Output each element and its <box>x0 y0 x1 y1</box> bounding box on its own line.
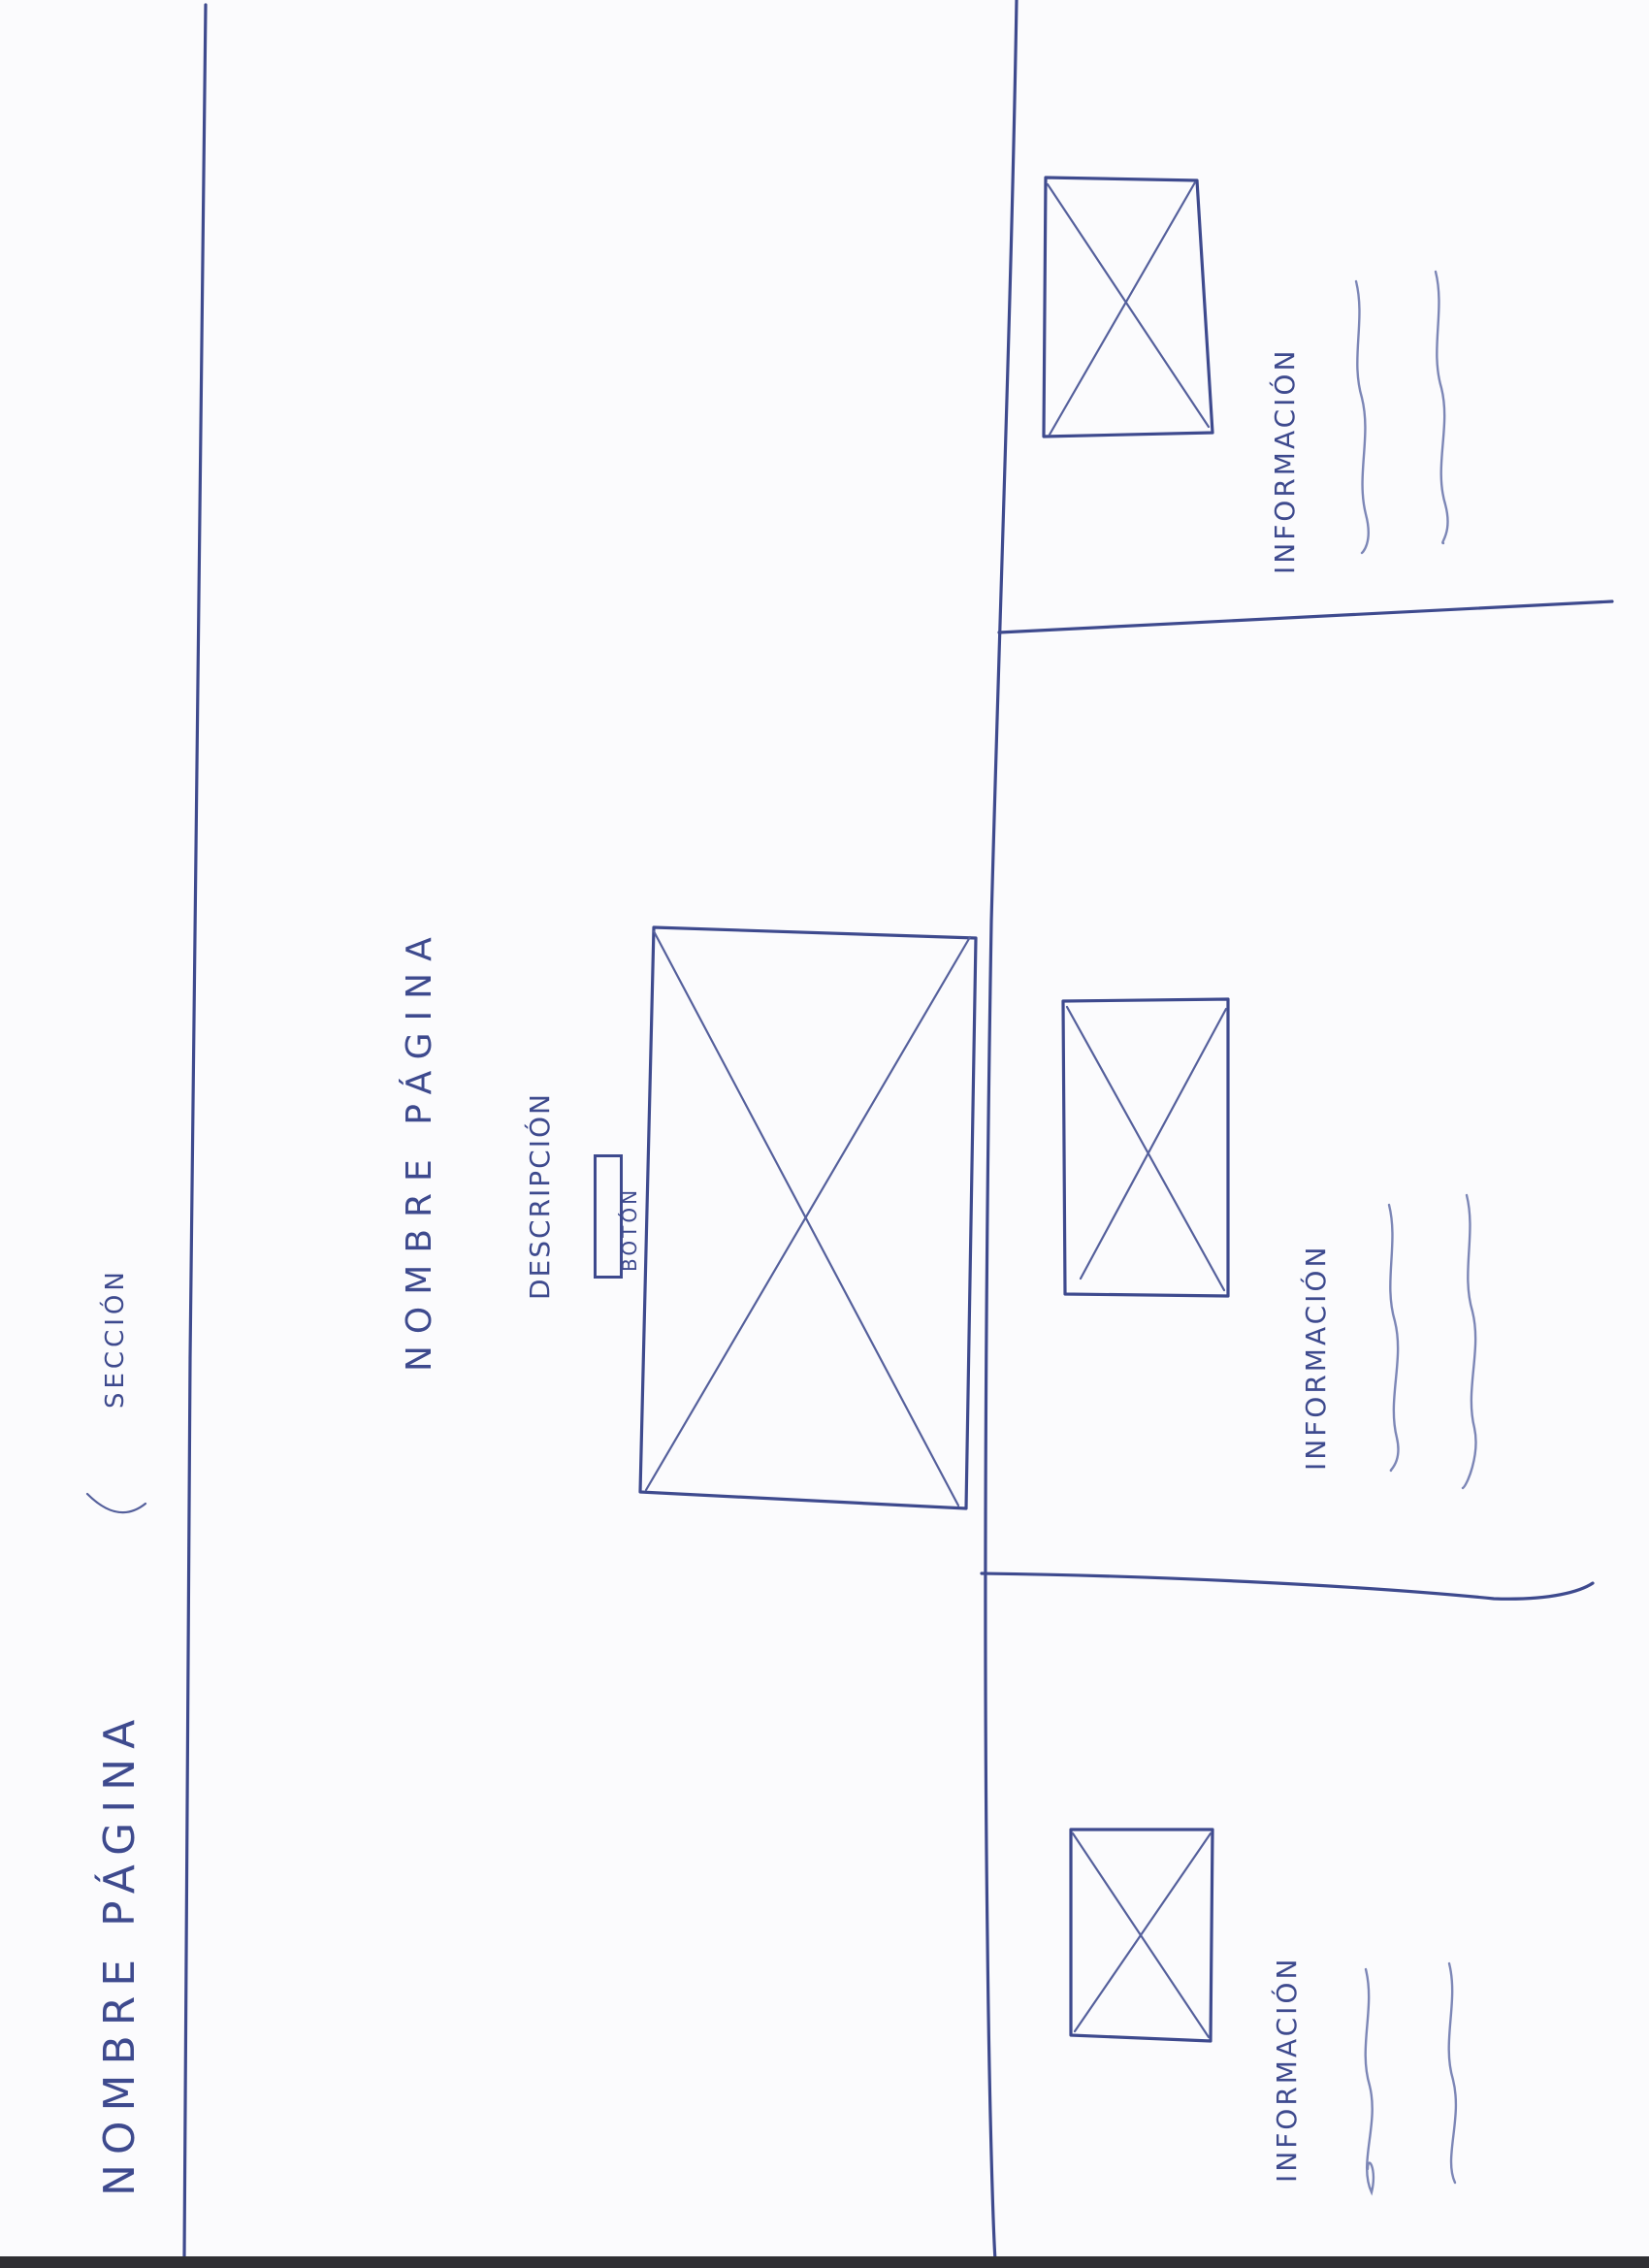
hero-button[interactable]: BOTÓN <box>594 1154 641 1279</box>
stray-mark <box>85 1492 147 1514</box>
wireframe-sheet: NOMBRE PÁGINA SECCIÓN NOMBRE PÁGINA DESC… <box>0 0 1649 2268</box>
card-3-image <box>1069 1828 1214 2043</box>
card-1-info-label: INFORMACIÓN <box>1269 347 1301 574</box>
card-1-text-lines <box>1354 279 1370 555</box>
card-3-text-lines <box>1364 1967 1375 2196</box>
hero-button-label: BOTÓN <box>618 1186 641 1272</box>
hero-title: NOMBRE PÁGINA <box>400 925 439 1372</box>
hero-image-placeholder <box>638 925 978 1510</box>
card-2-text-lines <box>1387 1203 1400 1473</box>
card-separator-2 <box>980 1571 1595 1601</box>
card-3-info-label: INFORMACIÓN <box>1271 1956 1303 2183</box>
nav-section-link[interactable]: SECCIÓN <box>101 1268 130 1409</box>
hero-description: DESCRIPCIÓN <box>524 1092 556 1300</box>
card-2-image <box>1061 997 1230 1298</box>
header-divider <box>182 3 208 2258</box>
content-divider <box>984 0 1018 2262</box>
card-1-image <box>1042 176 1214 438</box>
scan-edge <box>0 2256 1649 2268</box>
site-name: NOMBRE PÁGINA <box>95 1709 145 2196</box>
card-separator-1 <box>997 599 1614 634</box>
wireframe-sketch <box>85 0 1614 2262</box>
card-2-info-label: INFORMACIÓN <box>1300 1244 1332 1471</box>
